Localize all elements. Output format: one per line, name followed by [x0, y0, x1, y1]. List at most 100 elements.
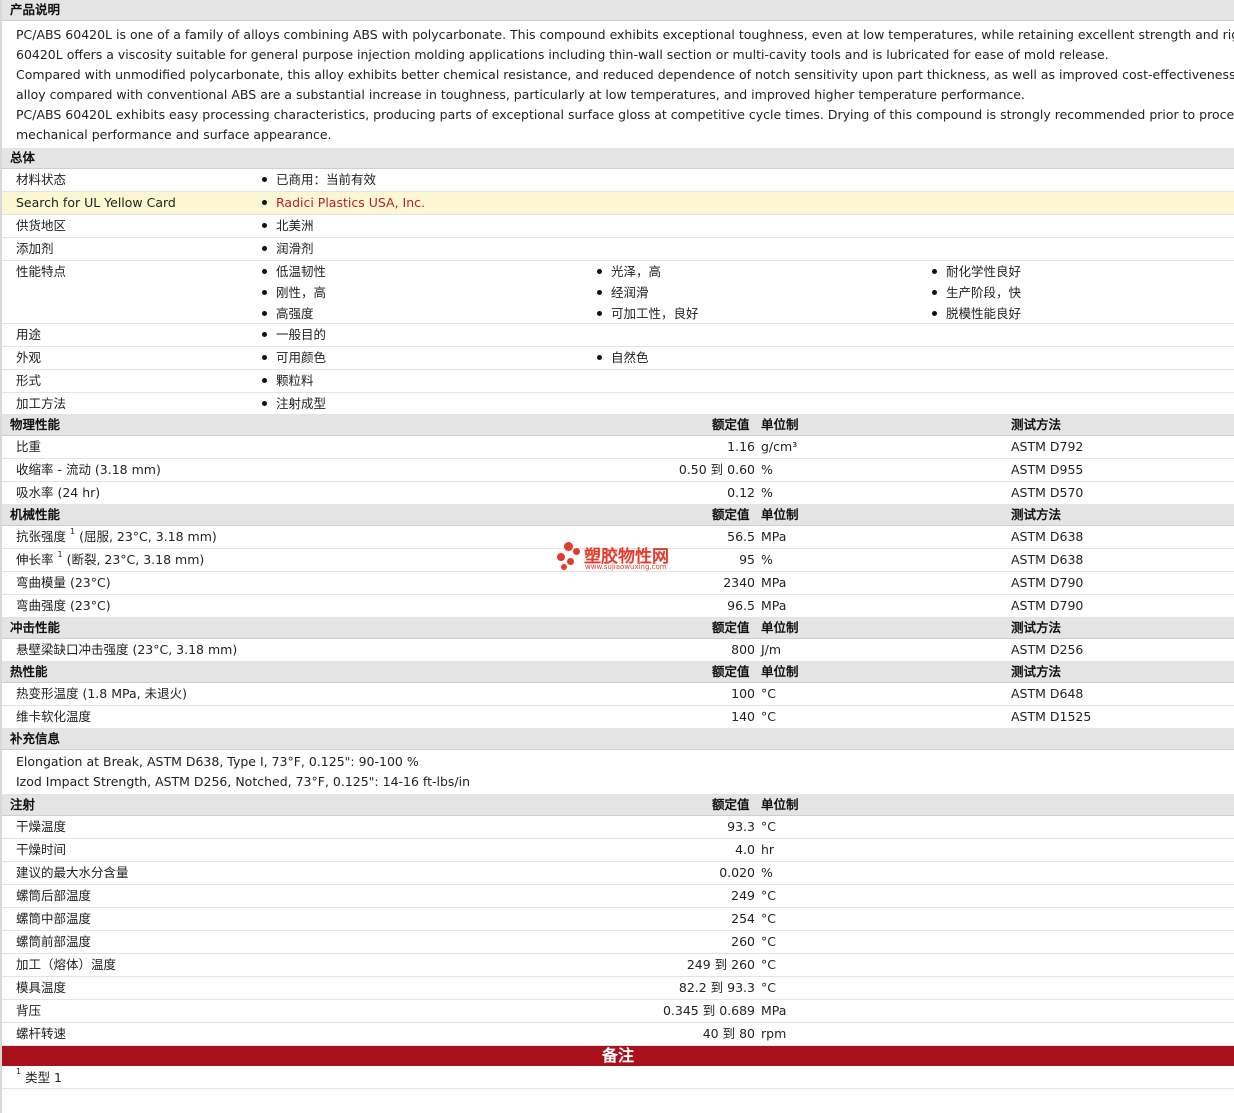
table-row: 维卡软化温度 140 °C ASTM D1525 — [2, 706, 1234, 729]
test-method: ASTM D256 — [1011, 642, 1084, 657]
bullet-icon — [262, 200, 267, 205]
table-row: 悬壁梁缺口冲击强度 (23°C, 3.18 mm) 800 J/m ASTM D256 — [2, 639, 1234, 662]
section-header-mechanical: 机械性能 额定值 单位制 测试方法 — [2, 505, 1234, 526]
general-row-region: 供货地区 北美洲 — [2, 215, 1234, 238]
feature-column: 耐化学性良好 生产阶段，快 脱模性能良好 — [932, 261, 1021, 324]
feature-item: 脱模性能良好 — [946, 306, 1022, 321]
bullet-value: Radici Plastics USA, Inc. — [262, 192, 425, 214]
feature-item: 光泽，高 — [611, 264, 662, 279]
feature-item: 经润滑 — [611, 285, 649, 300]
property-value: 249 到 260 — [686, 957, 755, 972]
col-header-method: 测试方法 — [1011, 507, 1062, 522]
col-header-unit: 单位制 — [761, 797, 799, 812]
description-line: PC/ABS 60420L is one of a family of allo… — [16, 27, 1234, 42]
property-unit: % — [761, 485, 773, 500]
col-header-value: 额定值 — [712, 620, 750, 635]
property-label: 螺筒中部温度 — [16, 911, 92, 926]
bullet-icon — [932, 311, 937, 316]
property-unit: °C — [761, 888, 776, 903]
section-header-description: 产品说明 — [2, 0, 1234, 21]
property-label: 材料状态 — [16, 172, 67, 187]
property-unit: °C — [761, 980, 776, 995]
property-value: 96.5 — [727, 598, 755, 613]
property-value: 249 — [731, 888, 755, 903]
test-method: ASTM D648 — [1011, 686, 1084, 701]
property-label: 螺筒前部温度 — [16, 934, 92, 949]
property-value: 1.16 — [727, 439, 755, 454]
section-header-thermal: 热性能 额定值 单位制 测试方法 — [2, 662, 1234, 683]
property-unit: rpm — [761, 1026, 787, 1041]
bullet-icon — [262, 269, 267, 274]
property-value: 800 — [731, 642, 755, 657]
table-row: 加工（熔体）温度 249 到 260 °C — [2, 954, 1234, 977]
property-label: 模具温度 — [16, 980, 67, 995]
property-condition: (断裂, 23°C, 3.18 mm) — [66, 552, 205, 567]
section-title: 产品说明 — [10, 2, 61, 17]
property-unit: °C — [761, 957, 776, 972]
bullet-icon — [597, 311, 602, 316]
test-method: ASTM D790 — [1011, 575, 1084, 590]
table-row: 干燥时间 4.0 hr — [2, 839, 1234, 862]
table-row: 螺筒前部温度 260 °C — [2, 931, 1234, 954]
feature-column: 光泽，高 经润滑 可加工性，良好 — [597, 261, 699, 324]
col-header-value: 额定值 — [712, 664, 750, 679]
table-row: 干燥温度 93.3 °C — [2, 816, 1234, 839]
section-title: 物理性能 — [10, 417, 61, 432]
test-method: ASTM D955 — [1011, 462, 1084, 477]
description-line: 60420L offers a viscosity suitable for g… — [16, 47, 1109, 62]
property-value: 93.3 — [727, 819, 755, 834]
property-label: 建议的最大水分含量 — [16, 865, 129, 880]
property-label: 伸长率 — [16, 552, 54, 567]
bullet-icon — [262, 223, 267, 228]
col-header-method: 测试方法 — [1011, 664, 1062, 679]
ul-card-link[interactable]: Radici Plastics USA, Inc. — [276, 195, 425, 210]
feature-item: 低温韧性 — [276, 264, 327, 279]
description-line: PC/ABS 60420L exhibits easy processing c… — [16, 107, 1234, 122]
property-label: 比重 — [16, 439, 42, 454]
footnote-marker: 1 — [57, 550, 63, 559]
property-value: 0.50 到 0.60 — [678, 462, 755, 477]
property-unit: g/cm³ — [761, 439, 798, 454]
property-value: 4.0 — [735, 842, 755, 857]
supplement-line: Izod Impact Strength, ASTM D256, Notched… — [16, 774, 471, 789]
bullet-icon — [262, 332, 267, 337]
property-value: 0.12 — [727, 485, 755, 500]
table-row: 模具温度 82.2 到 93.3 °C — [2, 977, 1234, 1000]
property-unit: % — [761, 552, 773, 567]
property-value: 100 — [731, 686, 755, 701]
supplement-line: Elongation at Break, ASTM D638, Type I, … — [16, 754, 419, 769]
col-header-unit: 单位制 — [761, 664, 799, 679]
value-text: 可用颜色 — [276, 350, 327, 365]
property-label: 维卡软化温度 — [16, 709, 92, 724]
test-method: ASTM D790 — [1011, 598, 1084, 613]
bullet-value: 自然色 — [597, 347, 649, 369]
property-label: 形式 — [16, 373, 42, 388]
col-header-value: 额定值 — [712, 797, 750, 812]
property-unit: hr — [761, 842, 775, 857]
property-unit: MPa — [761, 529, 787, 544]
property-label: 干燥时间 — [16, 842, 67, 857]
property-unit: MPa — [761, 575, 787, 590]
table-row: 比重 1.16 g/cm³ ASTM D792 — [2, 436, 1234, 459]
section-title: 热性能 — [10, 664, 48, 679]
table-row: 收缩率 - 流动 (3.18 mm) 0.50 到 0.60% ASTM D955 — [2, 459, 1234, 482]
property-unit: °C — [761, 709, 776, 724]
value-text: 已商用：当前有效 — [276, 172, 377, 187]
property-label: 外观 — [16, 350, 42, 365]
description-line: mechanical performance and surface appea… — [16, 127, 332, 142]
property-unit: % — [761, 462, 773, 477]
feature-item: 刚性，高 — [276, 285, 327, 300]
property-label: 抗张强度 — [16, 529, 67, 544]
footnote-number: 1 — [16, 1067, 22, 1076]
footnote-marker: 1 — [70, 527, 76, 536]
watermark-url: www.sujiaowuxing.com — [585, 563, 667, 571]
feature-column: 低温韧性 刚性，高 高强度 — [262, 261, 326, 324]
property-label: 性能特点 — [16, 264, 67, 279]
watermark-logo: 塑胶物性网 www.sujiaowuxing.com — [557, 538, 697, 574]
property-unit: J/m — [761, 642, 782, 657]
property-unit: °C — [761, 819, 776, 834]
footnote-text: 类型 1 — [25, 1070, 63, 1085]
bullet-icon — [262, 401, 267, 406]
property-label: 添加剂 — [16, 241, 54, 256]
bullet-icon — [262, 355, 267, 360]
